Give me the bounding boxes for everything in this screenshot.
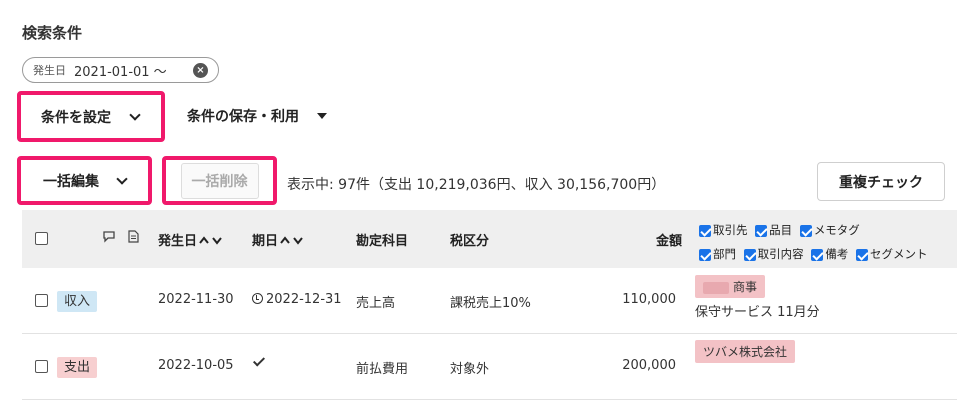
result-summary: 表示中: 97件（支出 10,219,036円、収入 30,156,700円）	[287, 177, 666, 193]
chevron-down-icon	[116, 173, 128, 185]
column-option-description[interactable]: 取引内容	[743, 242, 804, 266]
set-conditions-label: 条件を設定	[41, 109, 111, 126]
column-option-notes[interactable]: 備考	[811, 242, 848, 266]
type-tag-income: 収入	[57, 290, 98, 312]
filter-chip-label: 発生日	[33, 64, 66, 77]
tax-header: 税区分	[450, 234, 490, 249]
select-all-checkbox[interactable]	[35, 231, 48, 246]
row-due: 2022-12-31	[252, 292, 342, 307]
filter-chip-date[interactable]: 発生日 2021-01-01 〜 ×	[22, 57, 219, 83]
sort-due-header[interactable]: 期日	[252, 230, 304, 249]
save-use-label: 条件の保存・利用	[187, 109, 299, 125]
row-partner-tag: ツバメ株式会社	[695, 340, 796, 363]
sort-date-header[interactable]: 発生日	[158, 230, 223, 249]
row-amount: 110,000	[622, 292, 676, 307]
column-option-department[interactable]: 部門	[699, 242, 736, 266]
search-conditions-title: 検索条件	[22, 24, 83, 42]
row-tax: 対象外	[450, 362, 490, 377]
clock-icon	[252, 293, 263, 304]
row-amount: 200,000	[622, 358, 676, 373]
clear-filter-icon[interactable]: ×	[193, 63, 208, 78]
sort-arrows-icon	[280, 235, 304, 248]
redacted-text	[703, 281, 729, 294]
column-option-segment[interactable]: セグメント	[855, 242, 927, 266]
duplicate-check-button[interactable]: 重複チェック	[817, 162, 945, 201]
row-date: 2022-11-30	[158, 292, 234, 307]
amount-header: 金額	[656, 234, 683, 249]
caret-down-icon	[317, 113, 327, 119]
column-option-memo-tag[interactable]: メモタグ	[799, 218, 860, 242]
row-date: 2022-10-05	[158, 358, 234, 373]
row-item: 保守サービス 11月分	[695, 305, 820, 320]
chevron-down-icon	[129, 109, 141, 121]
save-use-conditions-menu[interactable]: 条件の保存・利用	[187, 106, 327, 126]
bulk-delete-button[interactable]: 一括削除	[162, 156, 277, 205]
date-header-label: 発生日	[158, 234, 198, 249]
column-option-partner[interactable]: 取引先	[699, 218, 748, 242]
check-mark-icon	[252, 354, 266, 370]
bulk-edit-label: 一括編集	[43, 173, 99, 190]
column-visibility-options: 取引先 品目 メモタグ 部門 取引内容 備考 セグメント	[699, 218, 957, 266]
due-header-label: 期日	[252, 234, 279, 249]
row-account: 前払費用	[356, 362, 409, 377]
row-tax: 課税売上10%	[450, 296, 531, 311]
column-option-item[interactable]: 品目	[755, 218, 792, 242]
comment-icon[interactable]	[102, 230, 116, 246]
row-checkbox[interactable]	[35, 359, 48, 374]
row-account: 売上高	[356, 296, 396, 311]
row-partner-tag: 商事	[695, 275, 766, 298]
table-header: 発生日 期日 勘定科目 税区分 金額 取引先 品目 メモタグ 部門 取引内容 備…	[22, 210, 957, 268]
set-conditions-button[interactable]: 条件を設定	[17, 91, 165, 142]
document-icon[interactable]	[128, 230, 139, 246]
type-tag-expense: 支出	[57, 356, 98, 378]
table-row[interactable]: 収入 2022-11-30 2022-12-31 売上高 課税売上10% 110…	[22, 268, 957, 334]
filter-chip-value: 2021-01-01 〜	[74, 64, 167, 80]
bulk-edit-button[interactable]: 一括編集	[17, 156, 152, 205]
sort-arrows-icon	[199, 235, 223, 248]
table-row[interactable]: 支出 2022-10-05 前払費用 対象外 200,000 ツバメ株式会社	[22, 334, 957, 400]
row-checkbox[interactable]	[35, 293, 48, 308]
bulk-delete-label: 一括削除	[180, 162, 259, 199]
account-header: 勘定科目	[356, 234, 409, 249]
